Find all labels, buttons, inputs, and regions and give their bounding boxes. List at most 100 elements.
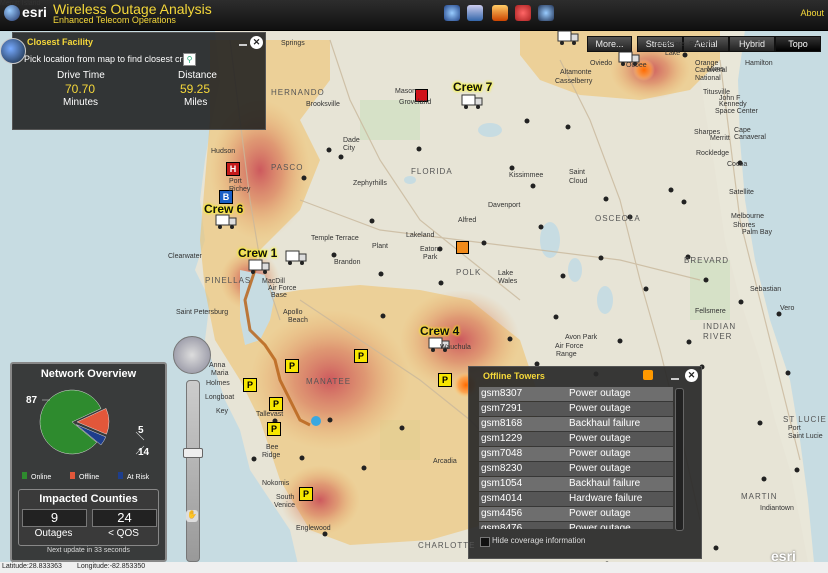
app-subtitle: Enhanced Telecom Operations <box>53 15 176 25</box>
place-label: PINELLAS <box>205 276 252 285</box>
p-marker[interactable]: P <box>269 397 283 411</box>
hide-coverage-label: Hide coverage information <box>492 536 586 545</box>
outages-value: 9 <box>22 509 87 527</box>
pick-location-button[interactable]: ⚲ <box>183 53 196 66</box>
place-label: Ocoee <box>626 62 647 69</box>
h-marker[interactable]: H <box>226 162 240 176</box>
longitude-readout: Longitude:-82.853350 <box>77 563 146 570</box>
close-button[interactable]: ✕ <box>250 36 263 49</box>
pan-control[interactable] <box>173 336 211 374</box>
place-label: Merritt Island <box>0 0 41 7</box>
online-count: 87 <box>26 395 38 406</box>
drive-time-unit: Minutes <box>63 97 99 108</box>
minimize-button[interactable] <box>239 44 247 46</box>
truck-icon[interactable] <box>285 249 307 266</box>
place-label: Maria <box>211 370 229 377</box>
basemap-hybrid-button[interactable]: Hybrid <box>729 36 775 52</box>
tower-row[interactable]: gsm1229 Power outage <box>479 432 673 446</box>
place-label: INDIAN <box>703 322 737 331</box>
place-label: Anna <box>209 362 226 369</box>
place-label: Brandon <box>334 259 361 266</box>
place-label: Sanford <box>689 41 714 48</box>
layers-icon[interactable] <box>444 5 460 21</box>
place-label: Ridge <box>262 452 281 459</box>
distance-value: 59.25 <box>180 82 211 96</box>
place-label: Cocoa <box>727 161 748 168</box>
offline-towers-title: Offline Towers <box>483 371 545 381</box>
place-label: Bee <box>266 444 279 451</box>
place-label: South <box>276 494 295 501</box>
p-marker[interactable]: P <box>285 359 299 373</box>
tower-status: Power outage <box>569 523 631 529</box>
truck-icon[interactable] <box>557 29 579 46</box>
place-label: Air Force <box>268 285 297 292</box>
tower-id: gsm8168 <box>481 418 523 429</box>
drive-time-value: 70.70 <box>65 82 96 96</box>
closest-facility-panel: Closest Facility ✕ Pick location from ma… <box>12 32 266 130</box>
zoom-slider[interactable] <box>186 380 200 562</box>
p-marker[interactable]: P <box>267 422 281 436</box>
place-label: Canaveral <box>695 67 727 74</box>
place-label: Sharpes <box>694 129 721 136</box>
place-label: Altamonte <box>560 69 592 76</box>
p-marker[interactable]: P <box>299 487 313 501</box>
place-label: Venice <box>274 502 296 509</box>
place-label: Wauchula <box>440 344 471 351</box>
map-window-icon[interactable] <box>467 5 483 21</box>
truck-icon[interactable] <box>461 93 483 110</box>
tower-row[interactable]: gsm1054 Backhaul failure <box>479 477 673 491</box>
hide-coverage-checkbox[interactable] <box>480 537 490 547</box>
hand-icon[interactable]: ✋ <box>186 510 198 522</box>
tower-row[interactable]: gsm8230 Power outage <box>479 462 673 476</box>
scrollbar[interactable] <box>675 388 684 531</box>
place-label: Alfred <box>458 217 477 224</box>
about-link[interactable]: About <box>800 8 824 18</box>
truck-icon[interactable] <box>248 258 270 275</box>
place-label: Groveland <box>399 99 432 106</box>
basemap-topo-button[interactable]: Topo <box>775 36 821 52</box>
zoom-slider-handle[interactable] <box>183 448 203 458</box>
minimize-button[interactable] <box>671 378 679 380</box>
tower-row[interactable]: gsm8476 Power outage <box>479 522 673 529</box>
place-label: Lake <box>665 50 681 57</box>
tower-status: Power outage <box>569 388 631 399</box>
orange-square-marker[interactable] <box>456 241 469 254</box>
place-label: MANATEE <box>306 377 352 386</box>
users-icon[interactable] <box>515 5 531 21</box>
place-label: Davenport <box>488 202 521 209</box>
status-bar: Latitude:28.833363 Longitude:-82.853350 <box>0 562 828 573</box>
at-risk-count: 5 <box>138 425 144 436</box>
tower-id: gsm7291 <box>481 403 523 414</box>
tower-status: Power outage <box>569 403 631 414</box>
p-marker[interactable]: P <box>243 378 257 392</box>
tower-row[interactable]: gsm7291 Power outage <box>479 402 673 416</box>
place-label: Space Center <box>715 108 758 115</box>
place-label: Kennedy <box>719 101 747 108</box>
qos-label: < QOS <box>108 528 139 539</box>
tower-row[interactable]: gsm7048 Power outage <box>479 447 673 461</box>
chart-icon[interactable] <box>492 5 508 21</box>
place-label: OSCEOLA <box>595 214 641 223</box>
close-button[interactable]: ✕ <box>685 369 698 382</box>
tower-row[interactable]: gsm4456 Power outage <box>479 507 673 521</box>
truck-icon[interactable] <box>215 213 237 230</box>
globe-icon <box>4 5 20 22</box>
place-label: Canaveral <box>734 134 766 141</box>
place-label: Vero <box>780 305 795 312</box>
place-label: Key <box>216 408 229 415</box>
place-label: Dade <box>343 137 360 144</box>
rss-icon[interactable] <box>643 370 653 380</box>
tower-row[interactable]: gsm8168 Backhaul failure <box>479 417 673 431</box>
place-label: Oviedo <box>590 60 613 67</box>
place-label: Palm Bay <box>742 229 772 236</box>
place-label: Richey <box>229 186 251 193</box>
p-marker[interactable]: P <box>438 373 452 387</box>
p-marker[interactable]: P <box>354 349 368 363</box>
navigator-compass-icon[interactable] <box>0 38 26 64</box>
tower-row[interactable]: gsm8307 Power outage <box>479 387 673 401</box>
tower-row[interactable]: gsm4014 Hardware failure <box>479 492 673 506</box>
tools-icon[interactable] <box>538 5 554 21</box>
tower-status: Backhaul failure <box>569 418 641 429</box>
place-label: Lake <box>498 270 514 277</box>
place-label: HERNANDO <box>271 88 325 97</box>
